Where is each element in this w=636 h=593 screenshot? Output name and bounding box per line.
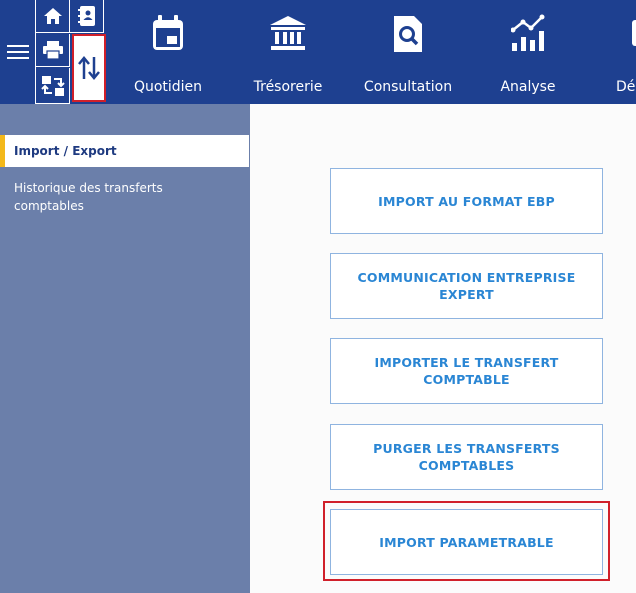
main-content: IMPORT AU FORMAT EBP COMMUNICATION ENTRE… <box>250 104 636 593</box>
module-analyse[interactable]: Analyse <box>472 0 584 104</box>
module-label: Quotidien <box>133 79 203 95</box>
partial-icon <box>632 20 636 46</box>
bank-icon <box>270 16 306 50</box>
sidebar: Import / Export Historique des transfert… <box>0 104 250 593</box>
transfer-icon <box>40 75 65 96</box>
menu-button[interactable] <box>0 0 36 104</box>
document-search-icon <box>394 16 422 52</box>
import-export-icon <box>78 56 100 80</box>
importer-transfert-button[interactable]: IMPORTER LE TRANSFERT COMPTABLE <box>330 338 603 404</box>
import-ebp-button[interactable]: IMPORT AU FORMAT EBP <box>330 168 603 234</box>
communication-expert-button[interactable]: COMMUNICATION ENTREPRISE EXPERT <box>330 253 603 319</box>
contacts-button[interactable] <box>70 0 104 33</box>
module-consultation[interactable]: Consultation <box>352 0 464 104</box>
module-label: Déc <box>616 79 636 95</box>
module-tresorerie[interactable]: Trésorerie <box>232 0 344 104</box>
module-label: Trésorerie <box>253 79 323 95</box>
top-toolbar: Quotidien Trésorerie Consultation Analys… <box>0 0 636 104</box>
analytics-chart-icon <box>511 14 545 51</box>
transfer-button[interactable] <box>36 68 70 104</box>
home-button[interactable] <box>36 0 70 33</box>
calendar-icon <box>153 15 183 50</box>
module-partial[interactable]: Déc <box>592 0 636 104</box>
print-button[interactable] <box>36 34 70 67</box>
print-icon <box>42 41 63 60</box>
purger-transferts-button[interactable]: PURGER LES TRANSFERTS COMPTABLES <box>330 424 603 490</box>
import-parametrable-button[interactable]: IMPORT PARAMETRABLE <box>330 509 603 575</box>
sidebar-item-import-export[interactable]: Import / Export <box>0 135 249 167</box>
hamburger-icon <box>6 41 29 63</box>
import-export-button[interactable] <box>72 34 106 102</box>
module-label: Consultation <box>363 79 453 95</box>
module-quotidien[interactable]: Quotidien <box>112 0 224 104</box>
module-label: Analyse <box>500 79 556 95</box>
sidebar-item-historique[interactable]: Historique des transferts comptables <box>14 179 234 215</box>
home-icon <box>43 8 62 24</box>
contacts-icon <box>77 6 95 26</box>
